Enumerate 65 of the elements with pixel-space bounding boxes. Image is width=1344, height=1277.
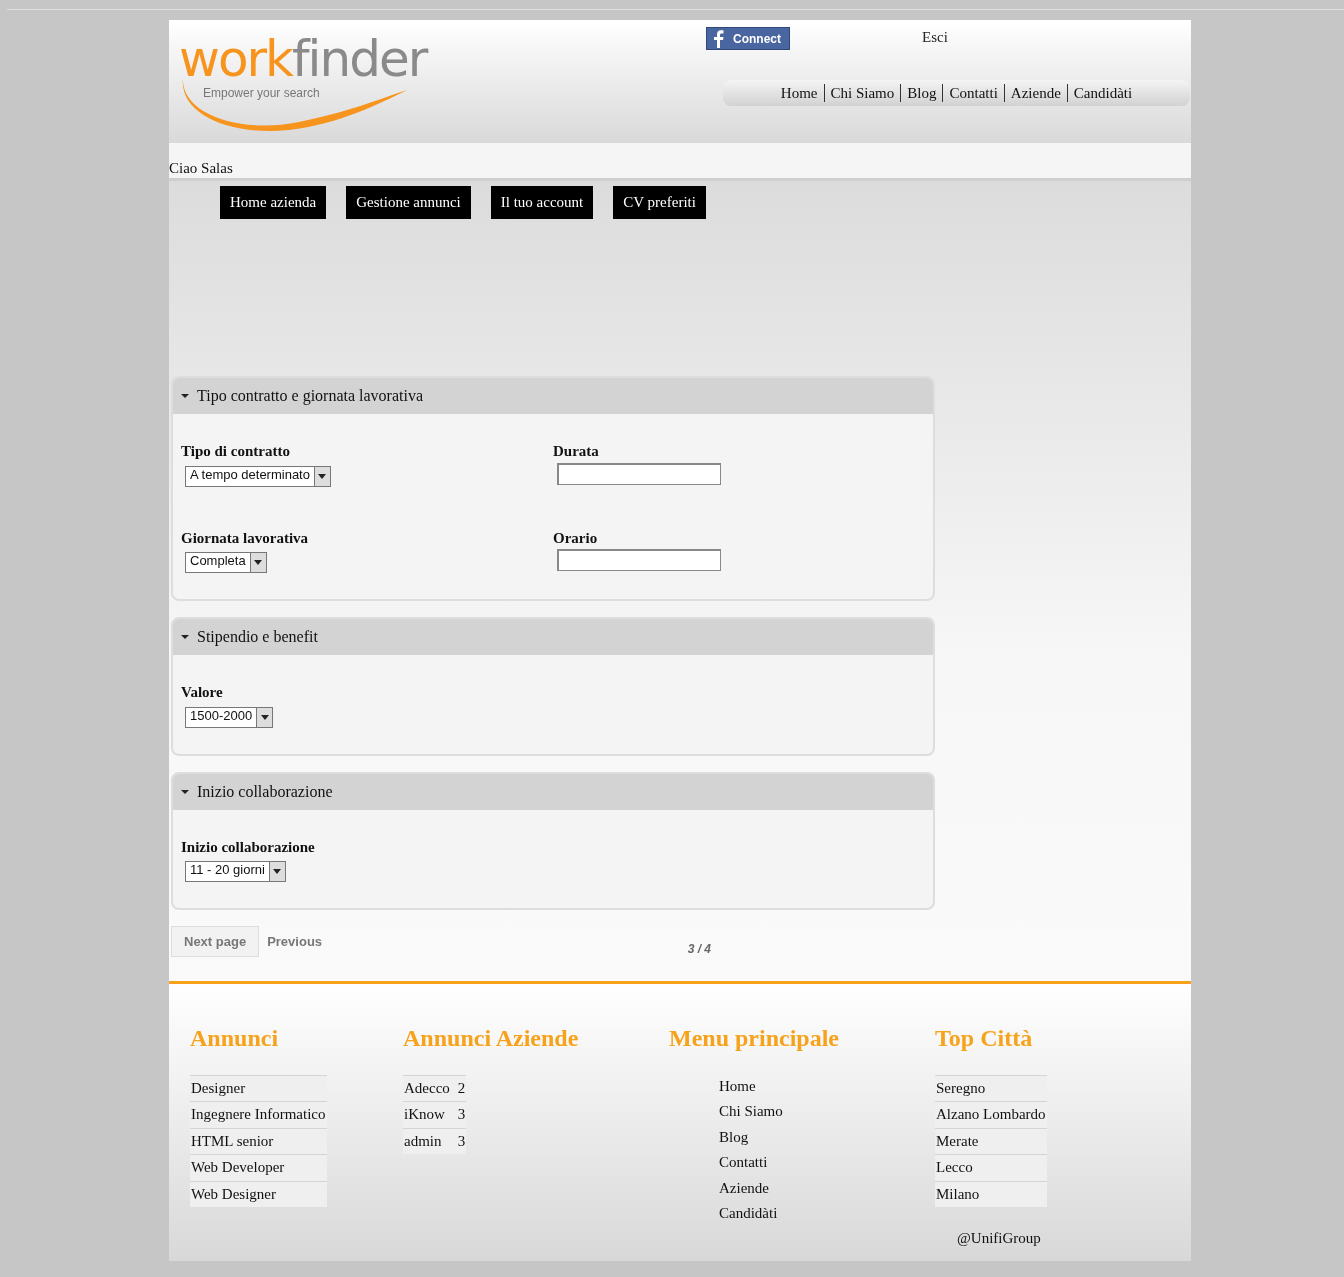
panel-title[interactable]: Tipo contratto e giornata lavorativa <box>197 384 423 408</box>
footer-heading: Annunci <box>190 1024 280 1053</box>
nav-link[interactable]: Candidàti <box>1067 80 1139 106</box>
nav-link[interactable]: Aziende <box>1004 80 1067 106</box>
footer-link[interactable]: Contatti <box>669 1151 783 1177</box>
panel-title[interactable]: Inizio collaborazione <box>197 779 333 804</box>
footer-link[interactable]: HTML senior <box>190 1127 327 1155</box>
ad-count: 3 <box>457 1105 466 1125</box>
ad-count: 3 <box>457 1131 466 1151</box>
footer-link[interactable]: Ingegnere Informatico <box>190 1101 327 1128</box>
menu-button[interactable]: Home azienda <box>220 186 327 219</box>
next-page-button[interactable]: Next page <box>171 926 260 957</box>
page-counter: 3 / 4 <box>687 942 711 956</box>
field-label: Giornata lavorativa <box>181 528 310 548</box>
logo-text: finder <box>292 30 427 88</box>
footer-link[interactable]: Merate <box>935 1127 1047 1155</box>
field-label: Inizio collaborazione <box>181 837 316 857</box>
input-field[interactable] <box>557 549 721 571</box>
nav-link[interactable]: Chi Siamo <box>824 80 901 106</box>
greeting-text: Ciao Salas <box>169 160 233 176</box>
caret-icon[interactable] <box>181 392 189 400</box>
menu-button[interactable]: CV preferiti <box>613 186 706 219</box>
input-field[interactable] <box>557 462 721 485</box>
caret-icon[interactable] <box>181 633 189 641</box>
footer-link[interactable]: Aziende <box>669 1176 783 1203</box>
caret-icon <box>318 473 327 479</box>
footer-link[interactable]: iKnow 3 <box>403 1101 467 1128</box>
caret-icon <box>254 560 263 565</box>
field-label: Valore <box>181 683 224 702</box>
footer-link[interactable]: Candidàti <box>669 1202 783 1228</box>
footer-link[interactable]: admin 3 <box>403 1127 467 1155</box>
footer-link[interactable]: Chi Siamo <box>669 1100 783 1126</box>
footer-link[interactable]: Web Developer <box>190 1154 327 1181</box>
logo-tagline: Empower your search <box>203 85 321 102</box>
footer-heading: Top Città <box>935 1024 1034 1053</box>
nav-link[interactable]: Contatti <box>943 80 1004 106</box>
caret-icon[interactable] <box>181 787 189 796</box>
company-name: admin <box>404 1131 442 1151</box>
nav-link[interactable]: Blog <box>901 80 943 106</box>
footer-heading: Menu principale <box>669 1024 840 1053</box>
logout-link[interactable]: Esci <box>922 26 948 49</box>
facebook-connect-button[interactable]: Connect <box>706 27 790 50</box>
caret-icon <box>273 869 282 874</box>
footer-link[interactable]: Milano <box>935 1180 1047 1208</box>
menu-button[interactable]: Il tuo account <box>490 186 594 219</box>
company-name: iKnow <box>404 1105 445 1125</box>
company-name: Adecco <box>404 1078 450 1098</box>
menu-button[interactable]: Gestione annunci <box>346 186 471 219</box>
panel-title[interactable]: Stipendio e benefit <box>197 625 318 649</box>
field-label: Tipo di contratto <box>181 442 291 461</box>
previous-link[interactable]: Previous <box>267 934 323 949</box>
footer-link[interactable]: Lecco <box>935 1154 1047 1181</box>
footer-link[interactable]: Home <box>669 1074 783 1101</box>
footer-heading: Annunci Aziende <box>403 1024 580 1053</box>
facebook-icon <box>711 29 725 48</box>
footer-link[interactable]: Web Designer <box>190 1180 327 1208</box>
caret-icon <box>260 714 269 720</box>
field-label: Orario <box>553 528 599 548</box>
credit-text: @UnifiGroup <box>957 1228 1041 1248</box>
field-label: Durata <box>553 442 600 461</box>
logo-text: work <box>179 30 292 88</box>
footer-link[interactable]: Alzano Lombardo <box>935 1101 1047 1128</box>
ad-count: 2 <box>457 1078 466 1098</box>
nav-link[interactable]: Home <box>774 80 824 106</box>
footer-link[interactable]: Blog <box>669 1125 783 1152</box>
